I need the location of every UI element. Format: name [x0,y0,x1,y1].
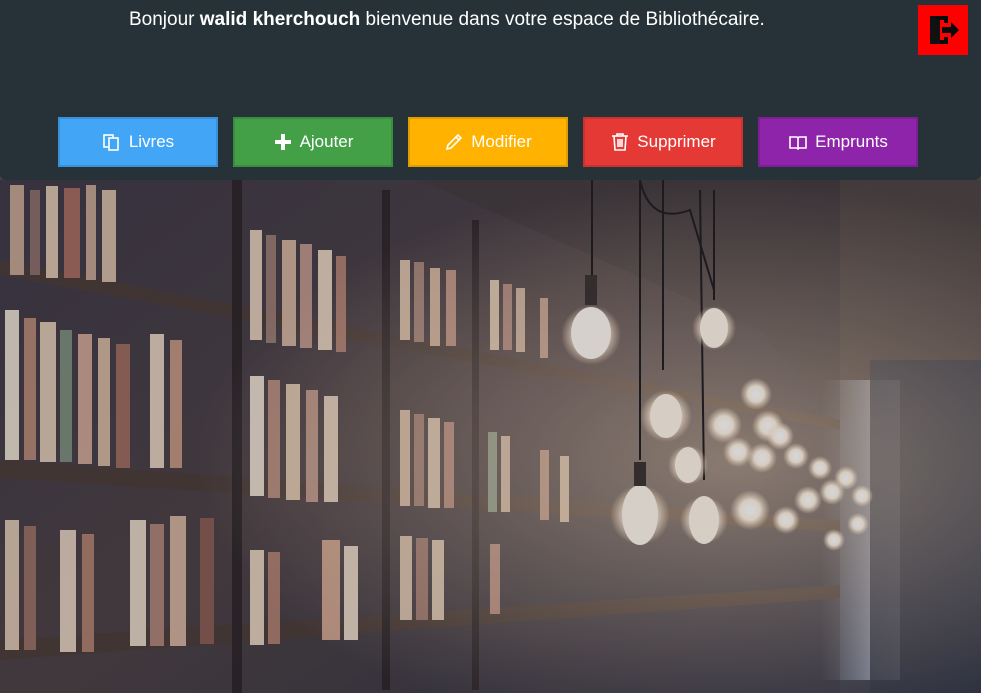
supprimer-label: Supprimer [637,132,716,151]
livres-label: Livres [128,132,175,151]
logout-button[interactable] [918,5,968,55]
trash-icon [610,132,630,152]
main-navigation: Livres Ajouter Modifier Supprimer Emprun… [58,117,918,167]
supprimer-button[interactable]: Supprimer [583,117,743,167]
modifier-label: Modifier [471,132,532,151]
logout-door-icon [930,16,959,44]
page: Bonjour walid kherchouch bienvenue dans … [0,0,981,693]
emprunts-button[interactable]: Emprunts [758,117,918,167]
welcome-text: bienvenue dans votre espace de Bibliothé… [365,9,765,30]
emprunts-label: Emprunts [815,132,888,151]
ajouter-button[interactable]: Ajouter [233,117,393,167]
user-name: walid kherchouch [199,9,361,30]
plus-icon [273,132,293,152]
greeting-text: Bonjour [129,9,195,30]
ajouter-label: Ajouter [299,132,354,151]
books-icon [102,132,122,152]
book-open-icon [788,132,808,152]
welcome-message: Bonjour walid kherchouch bienvenue dans … [129,8,765,32]
top-header: Bonjour walid kherchouch bienvenue dans … [0,0,981,180]
modifier-button[interactable]: Modifier [408,117,568,167]
pencil-icon [444,132,464,152]
livres-button[interactable]: Livres [58,117,218,167]
